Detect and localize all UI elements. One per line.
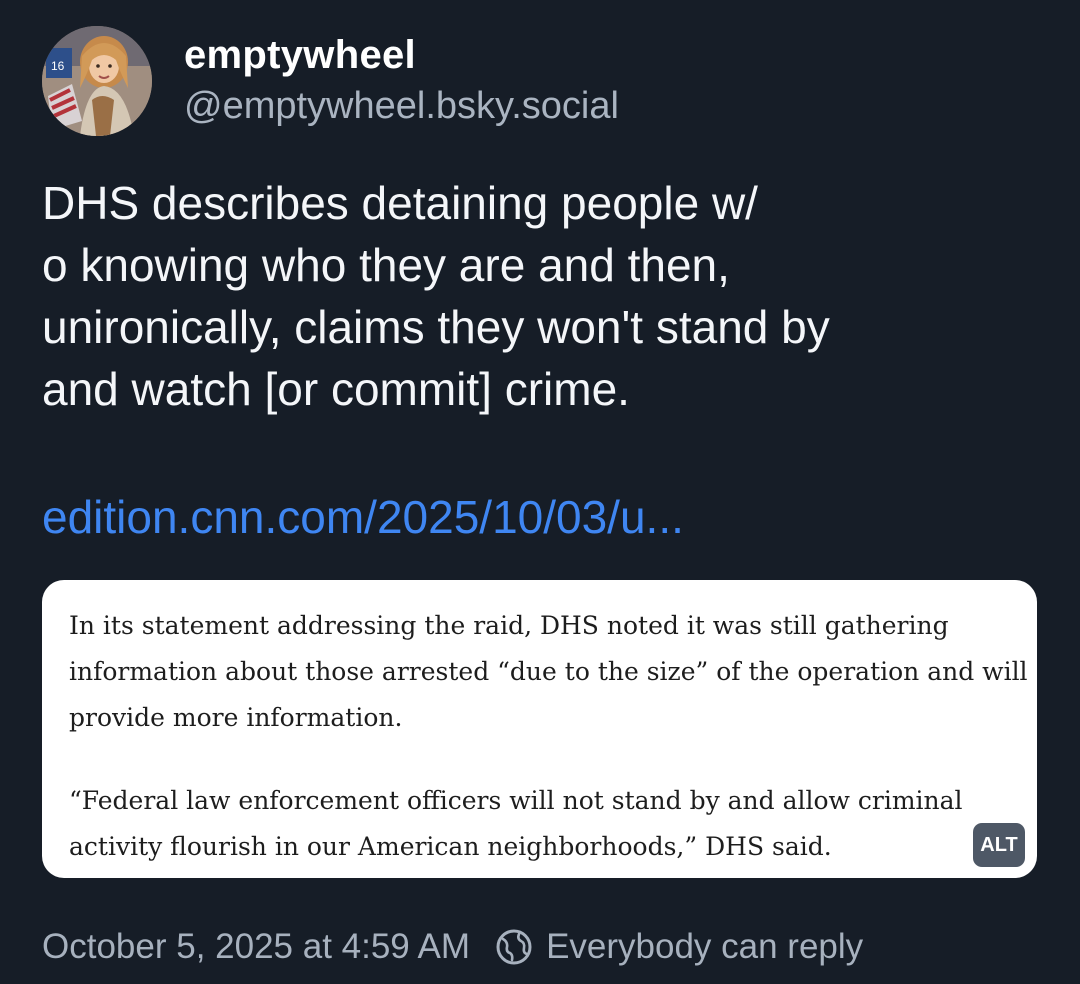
globe-icon: [494, 927, 534, 967]
embed-text-line: In its statement addressing the raid, DH…: [69, 611, 949, 640]
post-text-line: unironically, claims they won't stand by: [42, 301, 830, 353]
svg-text:16: 16: [51, 59, 65, 73]
embed-paragraph-2: “Federal law enforcement officers will n…: [69, 778, 1019, 870]
embed-text-line: activity flourish in our American neighb…: [69, 832, 832, 861]
author-handle[interactable]: @emptywheel.bsky.social: [184, 81, 619, 131]
avatar[interactable]: 16: [42, 26, 152, 136]
embed-paragraph-1: In its statement addressing the raid, DH…: [69, 603, 1028, 741]
post-container: 16 emptywheel @emptywheel.bsky.social DH…: [0, 0, 1080, 984]
post-text-line: DHS describes detaining people w/: [42, 177, 758, 229]
embedded-image[interactable]: In its statement addressing the raid, DH…: [42, 580, 1037, 878]
post-text-line: and watch [or commit] crime.: [42, 363, 630, 415]
embed-text-line: information about those arrested “due to…: [69, 657, 1028, 686]
post-link[interactable]: edition.cnn.com/2025/10/03/u...: [42, 486, 684, 548]
embed-text-line: “Federal law enforcement officers will n…: [69, 786, 963, 815]
post-header: 16 emptywheel @emptywheel.bsky.social: [42, 26, 619, 136]
reply-settings[interactable]: Everybody can reply: [494, 927, 863, 967]
embed-text-line: provide more information.: [69, 703, 403, 732]
post-timestamp: October 5, 2025 at 4:59 AM: [42, 927, 471, 966]
post-footer: October 5, 2025 at 4:59 AM Everybody can…: [42, 922, 863, 972]
author-names: emptywheel @emptywheel.bsky.social: [184, 31, 619, 131]
reply-setting-label: Everybody can reply: [546, 927, 864, 966]
post-text: DHS describes detaining people w/ o know…: [42, 172, 1042, 420]
post-text-line: o knowing who they are and then,: [42, 239, 730, 291]
author-display-name[interactable]: emptywheel: [184, 31, 619, 79]
alt-text-button[interactable]: ALT: [973, 823, 1025, 867]
avatar-image: 16: [42, 26, 152, 136]
